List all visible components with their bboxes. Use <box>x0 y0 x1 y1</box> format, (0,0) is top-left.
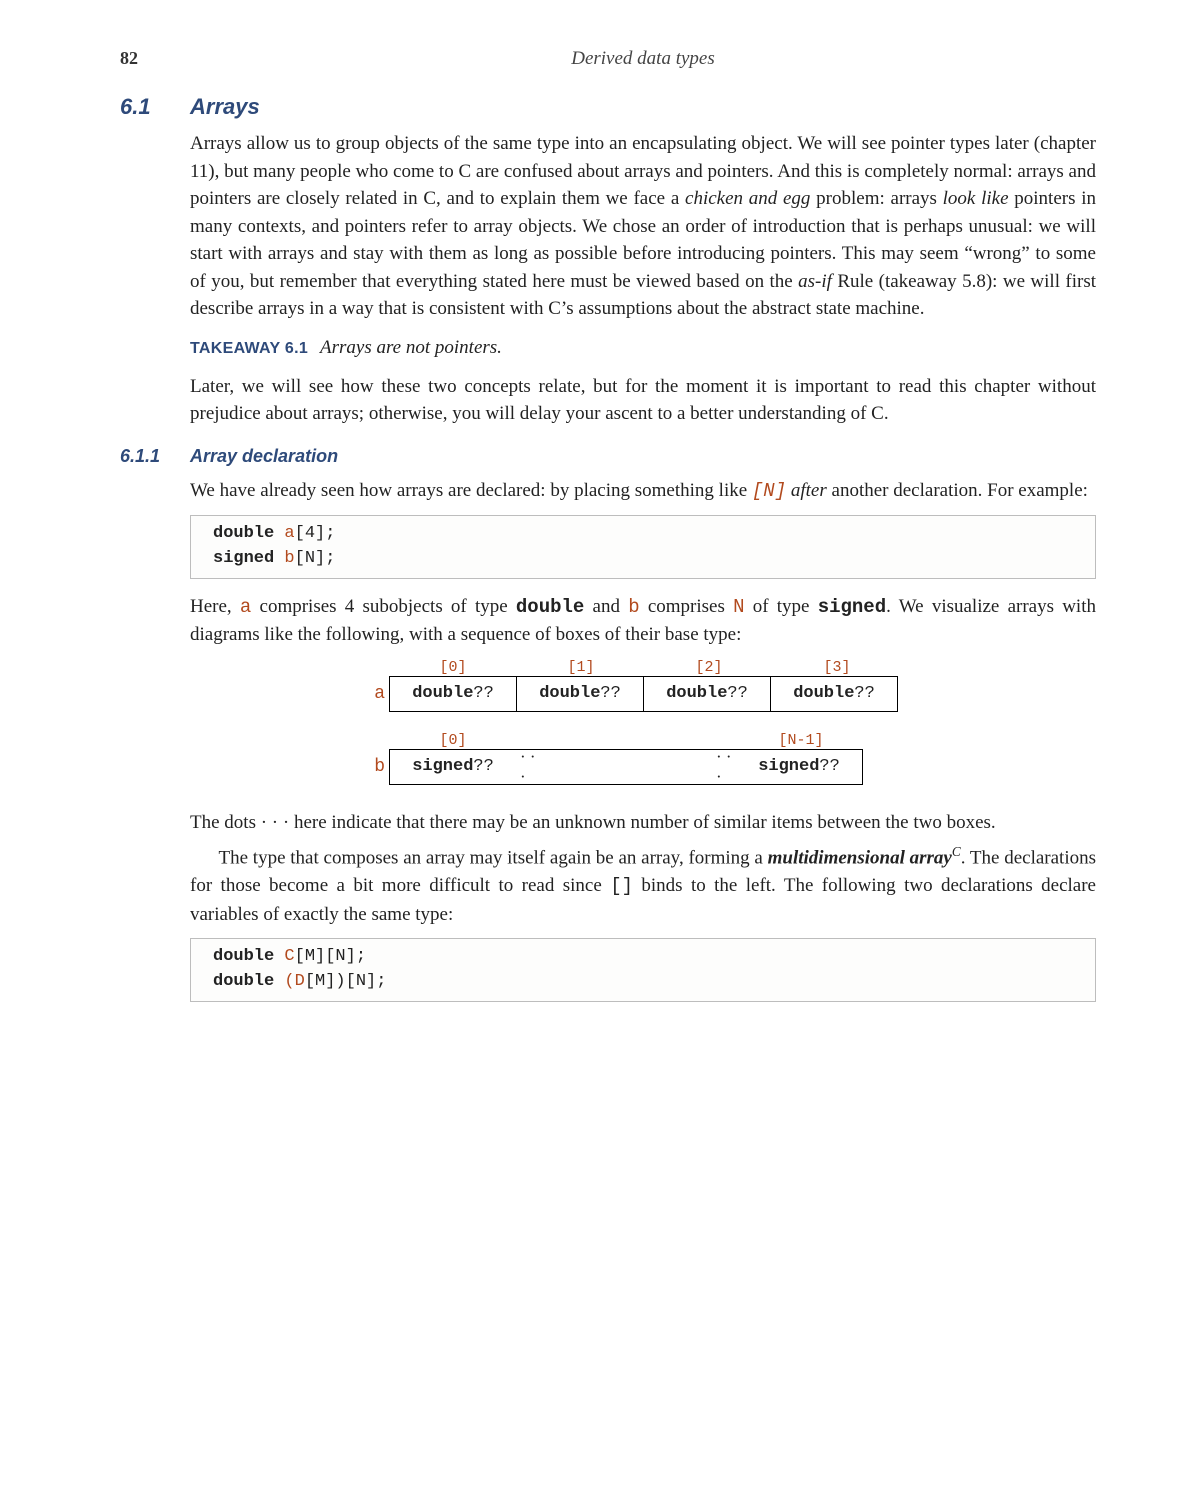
subsection-number: 6.1.1 <box>120 446 190 467</box>
array-a-cells: double ?? double ?? double ?? double ?? <box>389 676 898 712</box>
subsection-paragraph-2: Here, a comprises 4 subobjects of type d… <box>190 593 1096 649</box>
subsection-paragraph-4: The type that composes an array may itse… <box>190 842 1096 928</box>
array-b-index-row: [0] [N-1] <box>389 732 923 749</box>
page-number: 82 <box>120 48 190 69</box>
array-b-row: b signed ?? · · · · · · signed ?? <box>363 749 923 785</box>
code-block-1: double a[4]; signed b[N]; <box>190 515 1096 578</box>
section-paragraph-2: Later, we will see how these two concept… <box>190 373 1096 428</box>
array-cell: double ?? <box>517 677 644 711</box>
subsection-paragraph-1: We have already seen how arrays are decl… <box>190 477 1096 506</box>
array-b-cells: signed ?? · · · · · · signed ?? <box>389 749 863 785</box>
code-block-2: double C[M][N]; double (D[M])[N]; <box>190 938 1096 1001</box>
takeaway-label: TAKEAWAY 6.1 <box>190 340 308 357</box>
takeaway-text: Arrays are not pointers. <box>320 337 502 358</box>
section-paragraph-1: Arrays allow us to group objects of the … <box>190 130 1096 323</box>
section-title: Arrays <box>190 94 260 120</box>
subsection-heading: 6.1.1 Array declaration <box>120 446 1096 467</box>
subsection-paragraph-3: The dots · · · here indicate that there … <box>190 809 1096 837</box>
array-ellipsis: · · · · · · <box>516 749 736 785</box>
array-cell: signed ?? <box>736 749 863 785</box>
chapter-label: Derived data types <box>190 48 1096 70</box>
page-header: 82 Derived data types <box>120 48 1096 70</box>
array-cell: signed ?? <box>389 749 516 785</box>
subsection-title: Array declaration <box>190 446 338 467</box>
array-a-row: a double ?? double ?? double ?? double ?… <box>363 676 923 712</box>
section-number: 6.1 <box>120 94 190 120</box>
array-diagram: [0] [1] [2] [3] a double ?? double ?? do… <box>363 659 923 785</box>
array-cell: double ?? <box>390 677 517 711</box>
section-heading: 6.1 Arrays <box>120 94 1096 120</box>
takeaway-block: TAKEAWAY 6.1 Arrays are not pointers. <box>190 337 1096 359</box>
array-cell: double ?? <box>771 677 897 711</box>
array-a-index-row: [0] [1] [2] [3] <box>389 659 923 676</box>
array-cell: double ?? <box>644 677 771 711</box>
